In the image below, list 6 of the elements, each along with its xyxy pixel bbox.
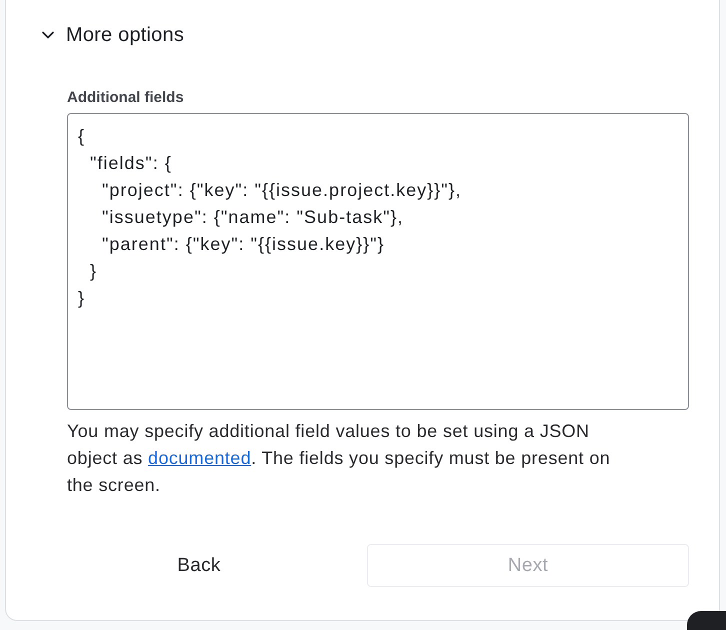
help-text: You may specify additional field values to be set using a JSON object as documented. The fields you specify must be present on the screen. (67, 420, 612, 497)
documented-link[interactable]: documented (148, 448, 252, 468)
floating-button[interactable] (687, 611, 726, 630)
more-options-toggle[interactable]: More options (38, 22, 184, 48)
field-label: Additional fields (67, 89, 184, 107)
json-input-field[interactable]: { "fields": { "project": {"key": "{{issue.project.key}}"}, "issuetype": {"name": "Sub-task"}, "parent": {"key": "{{issue.key}}"} } } (67, 113, 689, 410)
